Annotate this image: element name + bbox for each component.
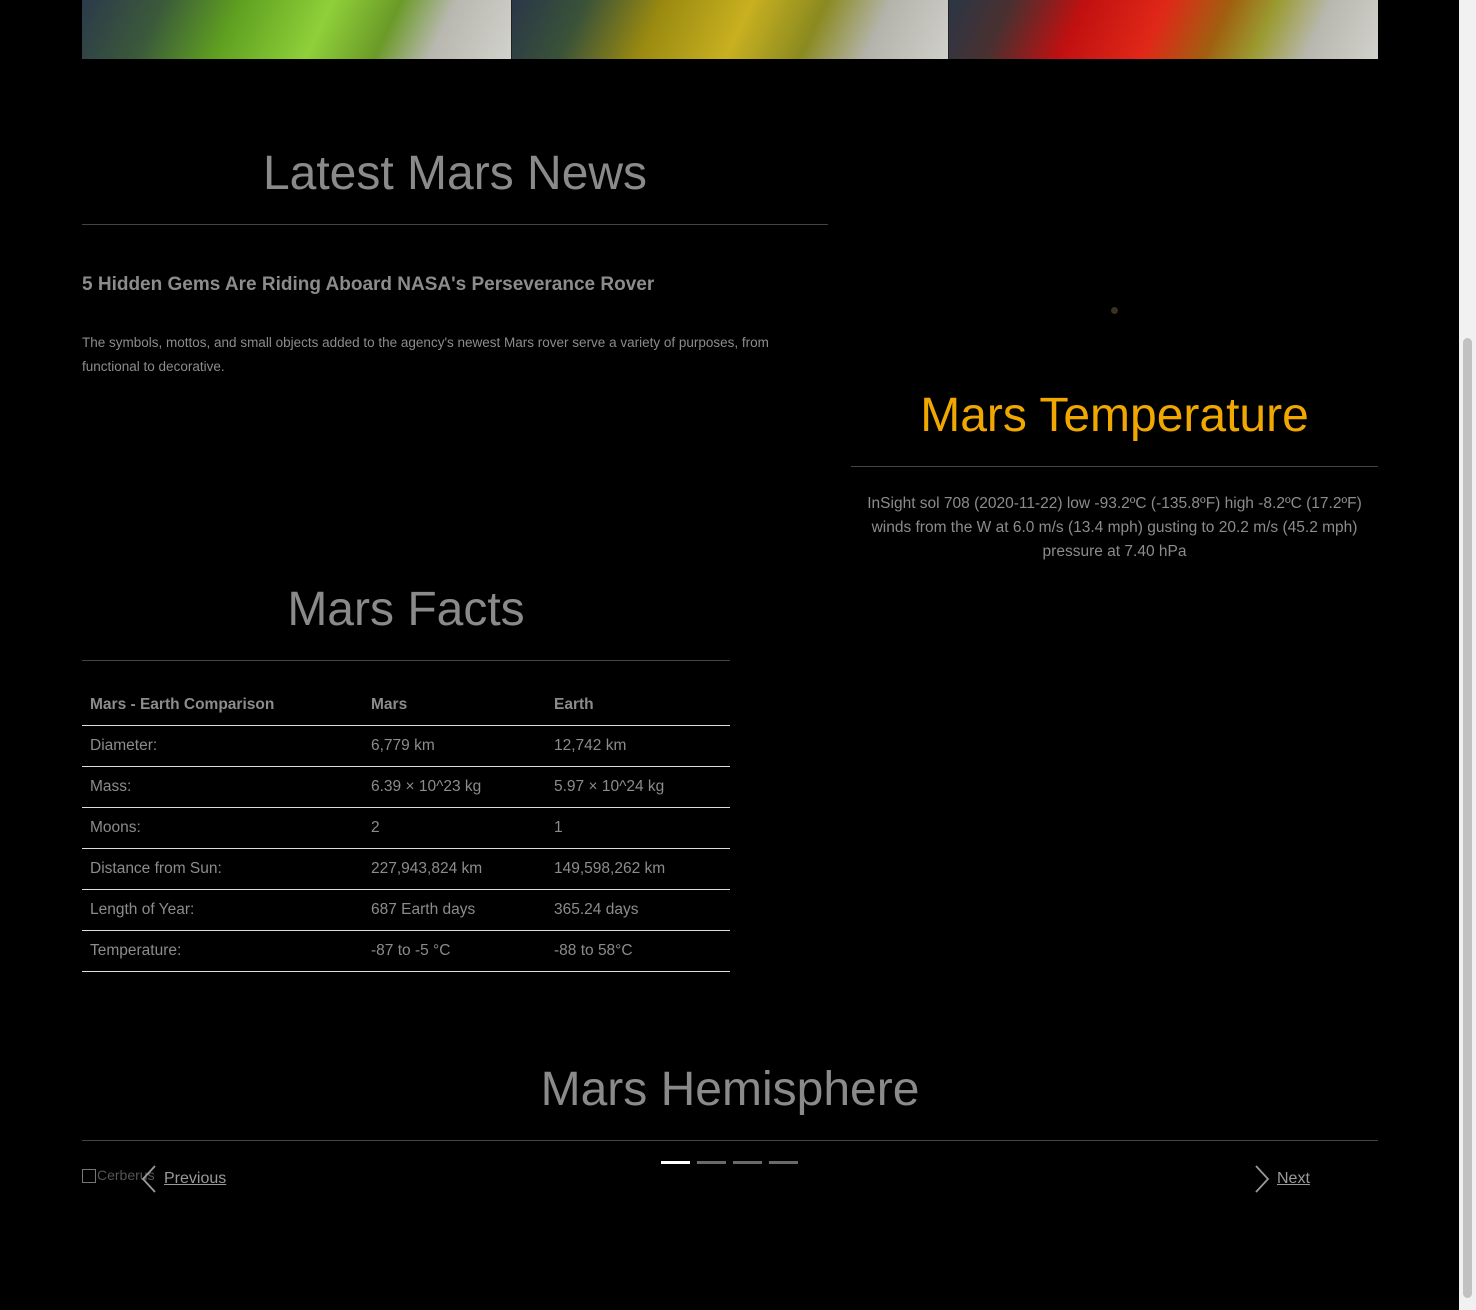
facts-section-title: Mars Facts: [287, 583, 525, 636]
table-cell: 365.24 days: [546, 889, 730, 931]
weather-report: InSight sol 708 (2020-11-22) low -93.2ºC…: [851, 492, 1378, 564]
hemisphere-section-title: Mars Hemisphere: [540, 1063, 920, 1116]
carousel-indicator-3[interactable]: [733, 1161, 762, 1164]
temperature-divider: [851, 466, 1378, 467]
mars-earth-facts-table: Mars - Earth Comparison Mars Earth Diame…: [82, 685, 730, 972]
facts-divider: [82, 660, 730, 661]
chevron-right-icon: [1255, 1165, 1270, 1193]
table-row: Length of Year: 687 Earth days 365.24 da…: [82, 889, 730, 931]
chevron-left-icon: [141, 1165, 156, 1193]
table-cell: Distance from Sun:: [82, 848, 363, 890]
table-cell: 149,598,262 km: [546, 848, 730, 890]
mars-map-image-green: [82, 0, 511, 59]
news-teaser: The symbols, mottos, and small objects a…: [82, 335, 769, 374]
mars-map-image-yellow: [511, 0, 948, 59]
carousel-indicator-2[interactable]: [697, 1161, 726, 1164]
table-row: Mass: 6.39 × 10^23 kg 5.97 × 10^24 kg: [82, 766, 730, 808]
table-header-row: Mars - Earth Comparison Mars Earth: [82, 685, 730, 726]
table-row: Distance from Sun: 227,943,824 km 149,59…: [82, 848, 730, 890]
table-row: Temperature: -87 to -5 °C -88 to 58°C: [82, 930, 730, 972]
table-cell: 1: [546, 807, 730, 849]
carousel-next-button[interactable]: Next: [1253, 1164, 1310, 1194]
next-label: Next: [1277, 1170, 1310, 1187]
column-header: Mars - Earth Comparison: [82, 685, 363, 726]
scrollbar-thumb[interactable]: [1463, 338, 1472, 1298]
broken-image-icon: [82, 1169, 96, 1184]
hero-image-strip: [82, 0, 1378, 59]
carousel-indicator-4[interactable]: [769, 1161, 798, 1164]
weather-line-temperature: InSight sol 708 (2020-11-22) low -93.2ºC…: [867, 495, 1362, 512]
table-row: Moons: 2 1: [82, 807, 730, 849]
table-cell: Diameter:: [82, 725, 363, 767]
table-cell: 6.39 × 10^23 kg: [363, 766, 546, 808]
carousel-previous-button[interactable]: Previous: [140, 1164, 226, 1194]
temperature-section-title: Mars Temperature: [920, 389, 1309, 442]
table-cell: 2: [363, 807, 546, 849]
table-cell: -87 to -5 °C: [363, 930, 546, 972]
loading-dot-icon: [1111, 307, 1118, 314]
weather-line-pressure: pressure at 7.40 hPa: [1042, 543, 1187, 560]
table-cell: 687 Earth days: [363, 889, 546, 931]
table-cell: Temperature:: [82, 930, 363, 972]
weather-line-wind: winds from the W at 6.0 m/s (13.4 mph) g…: [871, 519, 1358, 536]
column-header: Earth: [546, 685, 730, 726]
table-row: Diameter: 6,779 km 12,742 km: [82, 725, 730, 767]
column-header: Mars: [363, 685, 546, 726]
mars-map-image-red: [948, 0, 1378, 59]
table-cell: -88 to 58°C: [546, 930, 730, 972]
table-cell: 5.97 × 10^24 kg: [546, 766, 730, 808]
previous-label: Previous: [164, 1170, 227, 1187]
news-divider: [82, 224, 828, 225]
carousel-indicator-1[interactable]: [661, 1161, 690, 1164]
news-headline: 5 Hidden Gems Are Riding Aboard NASA's P…: [82, 274, 655, 295]
table-cell: 6,779 km: [363, 725, 546, 767]
table-cell: 227,943,824 km: [363, 848, 546, 890]
table-cell: Moons:: [82, 807, 363, 849]
table-cell: 12,742 km: [546, 725, 730, 767]
carousel-indicators: [661, 1161, 798, 1164]
news-section-title: Latest Mars News: [262, 147, 648, 200]
table-cell: Length of Year:: [82, 889, 363, 931]
hemisphere-divider: [82, 1140, 1378, 1141]
page-scrollbar[interactable]: [1459, 0, 1476, 1310]
table-cell: Mass:: [82, 766, 363, 808]
